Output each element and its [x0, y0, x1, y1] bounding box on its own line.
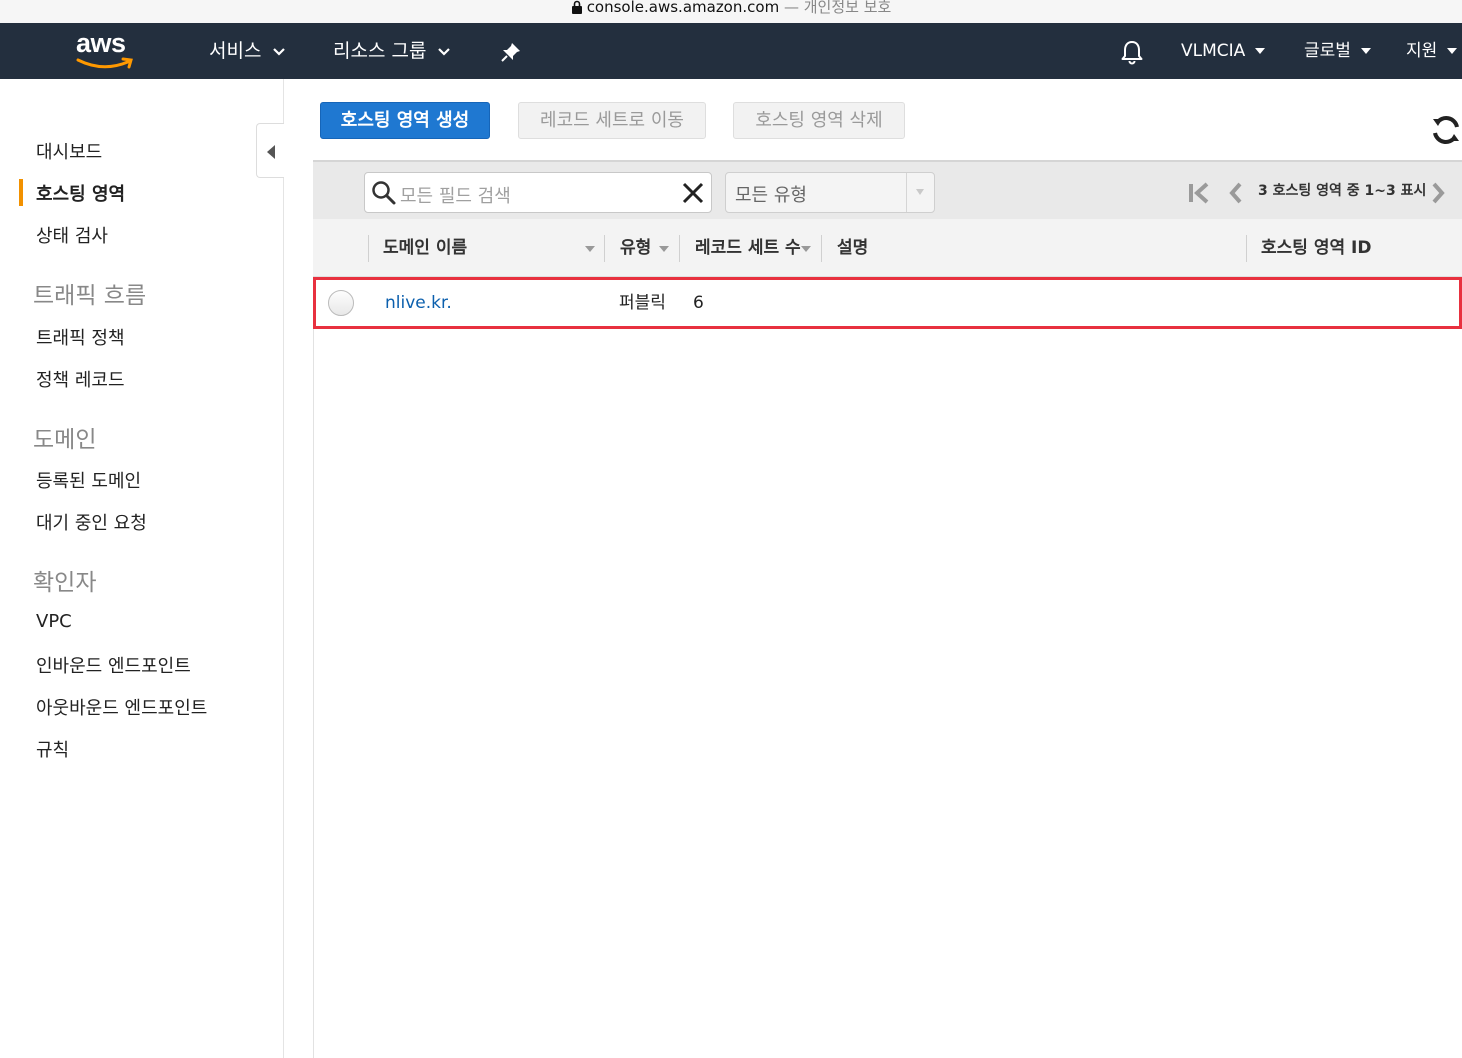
content-border	[313, 329, 314, 1058]
region-menu[interactable]: 글로벌	[1304, 23, 1371, 79]
delete-hosted-zone-button[interactable]: 호스팅 영역 삭제	[733, 102, 905, 139]
sidebar-section-domains: 도메인	[33, 427, 97, 453]
zone-type: 퍼블릭	[619, 293, 666, 313]
sidebar-item-health-checks[interactable]: 상태 검사	[36, 222, 108, 248]
pin-icon	[501, 42, 520, 62]
lock-icon	[571, 0, 582, 14]
chevron-down-icon	[273, 47, 286, 56]
privacy-note: — 개인정보 보호	[783, 0, 892, 16]
prev-page-button[interactable]	[1229, 162, 1245, 221]
sidebar-item-inbound-endpoints[interactable]: 인바운드 엔드포인트	[36, 652, 191, 678]
refresh-icon[interactable]	[1430, 114, 1462, 146]
top-navigation: aws 서비스 리소스 그룹 VLMCIA 글로벌 지원	[0, 23, 1462, 79]
chevron-right-icon	[1432, 182, 1445, 203]
type-filter-select[interactable]: 모든 유형	[725, 172, 935, 213]
migrate-record-sets-button[interactable]: 레코드 세트로 이동	[518, 102, 706, 139]
first-page-icon	[1189, 182, 1209, 203]
column-header-domain-name[interactable]: 도메인 이름	[383, 219, 467, 277]
services-label: 서비스	[209, 40, 262, 62]
sidebar-item-vpc[interactable]: VPC	[36, 611, 72, 632]
sidebar-section-traffic-flow: 트래픽 흐름	[33, 283, 147, 309]
notifications-button[interactable]	[1120, 23, 1146, 79]
resource-groups-menu[interactable]: 리소스 그룹	[333, 23, 451, 79]
caret-down-icon	[916, 189, 924, 195]
dropdown-toggle[interactable]	[906, 173, 934, 212]
caret-down-icon	[1255, 48, 1266, 54]
url-domain: console.aws.amazon.com	[586, 0, 780, 16]
table-row[interactable]: nlive.kr. 퍼블릭 6	[313, 277, 1462, 329]
column-header-type[interactable]: 유형	[620, 219, 651, 277]
sidebar-item-hosted-zones[interactable]: 호스팅 영역	[36, 180, 125, 206]
active-indicator	[19, 179, 23, 206]
chevron-left-icon	[1229, 182, 1242, 203]
column-header-record-set-count[interactable]: 레코드 세트 수	[695, 219, 801, 277]
search-input[interactable]: 모든 필드 검색	[400, 182, 511, 208]
bell-icon	[1121, 40, 1143, 64]
sidebar-collapse-button[interactable]	[256, 123, 284, 178]
sidebar-item-pending-requests[interactable]: 대기 중인 요청	[36, 509, 147, 535]
sidebar-item-dashboard[interactable]: 대시보드	[36, 138, 102, 164]
close-icon[interactable]	[681, 181, 705, 205]
support-menu[interactable]: 지원	[1406, 23, 1458, 79]
sort-caret-icon[interactable]	[659, 246, 669, 252]
sort-caret-icon[interactable]	[801, 246, 811, 252]
column-header-comment[interactable]: 설명	[837, 219, 868, 277]
sidebar-section-resolver: 확인자	[33, 570, 97, 596]
account-label: VLMCIA	[1181, 41, 1246, 61]
aws-smile-icon	[76, 57, 133, 69]
caret-left-icon	[267, 145, 275, 159]
domain-name-link[interactable]: nlive.kr.	[385, 277, 452, 329]
search-field[interactable]: 모든 필드 검색	[364, 172, 712, 213]
sidebar-item-outbound-endpoints[interactable]: 아웃바운드 엔드포인트	[36, 694, 207, 720]
first-page-button[interactable]	[1187, 162, 1213, 221]
pagination-text: 3 호스팅 영역 중 1~3 표시	[1258, 183, 1427, 199]
filter-bar: 모든 필드 검색 모든 유형 3 호스팅 영역 중 1~3 표시	[313, 160, 1462, 219]
sort-caret-icon[interactable]	[585, 246, 595, 252]
sidebar-item-policy-records[interactable]: 정책 레코드	[36, 366, 125, 392]
column-separator	[604, 235, 605, 262]
sidebar: 대시보드 호스팅 영역 상태 검사 트래픽 흐름 트래픽 정책 정책 레코드 도…	[0, 79, 284, 1058]
row-select-radio[interactable]	[328, 290, 354, 316]
column-separator	[368, 235, 369, 262]
region-label: 글로벌	[1304, 41, 1351, 61]
sidebar-item-traffic-policies[interactable]: 트래픽 정책	[36, 324, 125, 350]
sidebar-item-registered-domains[interactable]: 등록된 도메인	[36, 467, 141, 493]
pin-button[interactable]	[500, 23, 524, 79]
column-separator	[821, 235, 822, 262]
type-filter-value: 모든 유형	[735, 185, 807, 206]
column-header-hosted-zone-id[interactable]: 호스팅 영역 ID	[1261, 219, 1371, 277]
chevron-down-icon	[438, 47, 451, 56]
caret-down-icon	[1360, 48, 1371, 54]
support-label: 지원	[1406, 41, 1438, 61]
aws-logo[interactable]: aws	[76, 29, 136, 73]
column-separator	[1246, 235, 1247, 262]
caret-down-icon	[1447, 48, 1458, 54]
table-header: 도메인 이름 유형 레코드 세트 수 설명 호스팅 영역 ID	[313, 219, 1462, 277]
browser-url-bar[interactable]: console.aws.amazon.com — 개인정보 보호	[0, 0, 1462, 23]
aws-logo-text: aws	[76, 28, 126, 58]
sidebar-item-rules[interactable]: 규칙	[36, 736, 69, 762]
resource-groups-label: 리소스 그룹	[333, 40, 427, 62]
search-icon	[372, 181, 396, 205]
account-menu[interactable]: VLMCIA	[1181, 23, 1266, 79]
record-set-count: 6	[693, 293, 704, 313]
next-page-button[interactable]	[1431, 162, 1447, 221]
services-menu[interactable]: 서비스	[209, 23, 286, 79]
column-separator	[679, 235, 680, 262]
create-hosted-zone-button[interactable]: 호스팅 영역 생성	[320, 102, 490, 139]
